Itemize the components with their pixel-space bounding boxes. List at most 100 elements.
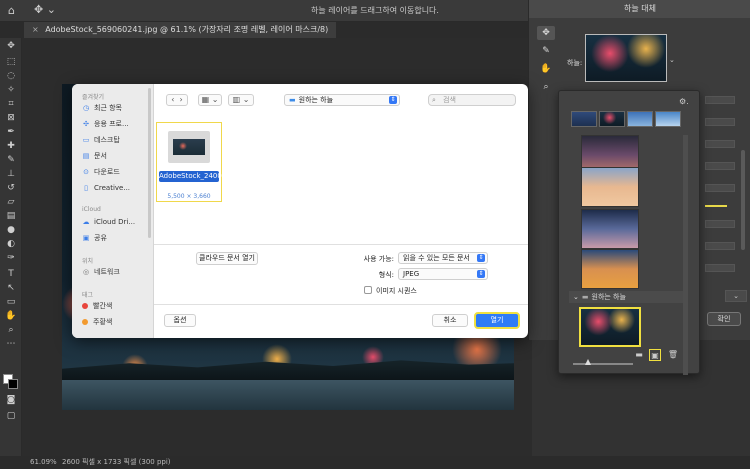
quick-mask-icon[interactable]: ◙: [4, 394, 18, 406]
document-size: 2600 픽셀 x 1733 픽셀 (300 ppi): [62, 458, 171, 466]
folder-selector[interactable]: ▬ 원하는 하늘 ⇕: [284, 94, 400, 106]
zoom-icon[interactable]: ⌕: [4, 324, 18, 336]
panel-scrollbar[interactable]: [741, 150, 745, 250]
sidebar-item-desktop[interactable]: ▭ 데스크탑: [82, 134, 152, 146]
back-forward-buttons[interactable]: ‹ ›: [166, 94, 188, 106]
sidebar-item-applications[interactable]: ✣ 응용 프로...: [82, 118, 152, 130]
sky-thumb[interactable]: [627, 111, 653, 127]
selected-sky-thumb[interactable]: [579, 307, 641, 347]
document-tabbar: × AdobeStock_569060241.jpg @ 61.1% (가장자리…: [0, 22, 530, 38]
search-placeholder: 검색: [443, 96, 456, 104]
marquee-icon[interactable]: ⬚: [4, 56, 18, 68]
close-icon[interactable]: ×: [32, 25, 39, 34]
back-icon[interactable]: ‹: [171, 95, 174, 104]
file-item[interactable]: AdobeStock_240004186.jpg 5,500 × 3,660: [156, 122, 257, 202]
sky-hand-icon[interactable]: ✋: [537, 62, 555, 76]
slider-field[interactable]: [705, 264, 735, 272]
quick-select-icon[interactable]: ✧: [4, 84, 18, 96]
sky-thumb[interactable]: [599, 111, 625, 127]
forward-icon[interactable]: ›: [180, 95, 183, 104]
chevron-down-icon[interactable]: ⌄: [669, 56, 675, 64]
document-tab[interactable]: × AdobeStock_569060241.jpg @ 61.1% (가장자리…: [24, 22, 337, 38]
folder-icon: ▬: [289, 96, 296, 104]
slider-field[interactable]: [705, 184, 735, 192]
folder-icon: ▬: [581, 293, 589, 301]
move-icon[interactable]: ✥: [4, 40, 18, 52]
image-sequence-checkbox[interactable]: [364, 286, 372, 294]
eyedropper-icon[interactable]: ✒: [4, 126, 18, 138]
frame-icon[interactable]: ⊠: [4, 112, 18, 124]
hand-icon[interactable]: ✋: [4, 310, 18, 322]
enable-label: 사용 가능:: [363, 255, 394, 263]
sky-thumb[interactable]: [655, 111, 681, 127]
open-button[interactable]: 열기: [474, 312, 520, 329]
document-icon: ▤: [82, 152, 90, 160]
blur-icon[interactable]: ●: [4, 224, 18, 236]
sidebar-item-shared[interactable]: ▣ 공유: [82, 232, 152, 244]
sidebar-item-documents[interactable]: ▤ 문서: [82, 150, 152, 162]
sidebar-item-tag-red[interactable]: 빨간색: [82, 300, 152, 312]
view-grid-button[interactable]: ▦ ⌄: [198, 94, 222, 106]
sidebar-scrollbar[interactable]: [148, 88, 151, 238]
screen-mode-icon[interactable]: ▢: [4, 410, 18, 422]
new-sky-icon[interactable]: ▣: [649, 349, 661, 361]
type-icon[interactable]: T: [4, 268, 18, 280]
slider-field[interactable]: [705, 162, 735, 170]
new-folder-icon[interactable]: ▬: [633, 349, 645, 361]
sky-preview[interactable]: [585, 34, 667, 82]
sidebar-item-icloud-drive[interactable]: ☁ iCloud Dri...: [82, 216, 152, 228]
folder-selector-label: 원하는 하늘: [298, 96, 334, 104]
stamp-icon[interactable]: ⊥: [4, 168, 18, 180]
background-color[interactable]: [8, 379, 18, 389]
sky-thumb[interactable]: [581, 249, 639, 289]
slider-field[interactable]: [705, 118, 735, 126]
lasso-icon[interactable]: ◌: [4, 70, 18, 82]
gradient-icon[interactable]: ▤: [4, 210, 18, 222]
cloud-icon: ☁: [82, 218, 90, 226]
crop-icon[interactable]: ⌗: [4, 98, 18, 110]
sidebar-item-creative[interactable]: ▯ Creative...: [82, 182, 152, 194]
sky-thumb[interactable]: [581, 209, 639, 249]
slider-field[interactable]: [705, 242, 735, 250]
popup-scrollbar[interactable]: [683, 135, 688, 375]
trash-icon[interactable]: 🗑: [667, 349, 679, 361]
output-select[interactable]: ⌄: [725, 290, 747, 302]
cancel-button[interactable]: 취소: [432, 314, 468, 327]
format-label: 형식:: [378, 271, 394, 279]
brush-icon[interactable]: ✎: [4, 154, 18, 166]
sky-move-icon[interactable]: ✥: [537, 26, 555, 40]
search-input[interactable]: ⌕ 검색: [428, 94, 516, 106]
format-select[interactable]: JPEG ⇕: [398, 268, 488, 280]
sky-zoom-icon[interactable]: ⌕: [537, 80, 555, 94]
enable-select[interactable]: 읽을 수 있는 모든 문서 ⇕: [398, 252, 488, 264]
slider-field[interactable]: [705, 140, 735, 148]
open-cloud-docs-button[interactable]: 클라우드 문서 열기: [196, 252, 258, 265]
sidebar-item-recents[interactable]: ◷ 최근 항목: [82, 102, 152, 114]
sidebar-item-tag-orange[interactable]: 주황색: [82, 316, 152, 328]
history-brush-icon[interactable]: ↺: [4, 182, 18, 194]
gear-icon[interactable]: ⚙.: [679, 97, 689, 106]
shape-icon[interactable]: ▭: [4, 296, 18, 308]
sidebar-item-downloads[interactable]: ⊙ 다운로드: [82, 166, 152, 178]
sky-thumb[interactable]: [581, 167, 639, 207]
pen-icon[interactable]: ✑: [4, 252, 18, 264]
thumb-size-slider-track[interactable]: [573, 363, 633, 365]
path-select-icon[interactable]: ↖: [4, 282, 18, 294]
ok-button[interactable]: 확인: [707, 312, 741, 326]
sidebar-item-network[interactable]: ◎ 네트워크: [82, 266, 152, 278]
dodge-icon[interactable]: ◐: [4, 238, 18, 250]
options-button[interactable]: 옵션: [164, 314, 196, 327]
eraser-icon[interactable]: ▱: [4, 196, 18, 208]
slider-field[interactable]: [705, 220, 735, 228]
chevron-down-icon[interactable]: ⌄: [573, 293, 579, 301]
slider-field[interactable]: [705, 96, 735, 104]
more-tools-icon[interactable]: ⋯: [4, 338, 18, 350]
format-select-value: JPEG: [403, 270, 420, 278]
group-view-button[interactable]: ▥ ⌄: [228, 94, 254, 106]
healing-icon[interactable]: ✚: [4, 140, 18, 152]
sky-thumb[interactable]: [571, 111, 597, 127]
sky-folder-header[interactable]: ⌄ ▬ 원하는 하늘: [569, 291, 683, 303]
zoom-level[interactable]: 61.09%: [30, 456, 57, 469]
thumb-size-slider-knob[interactable]: [585, 359, 591, 365]
sky-brush-icon[interactable]: ✎: [537, 44, 555, 58]
